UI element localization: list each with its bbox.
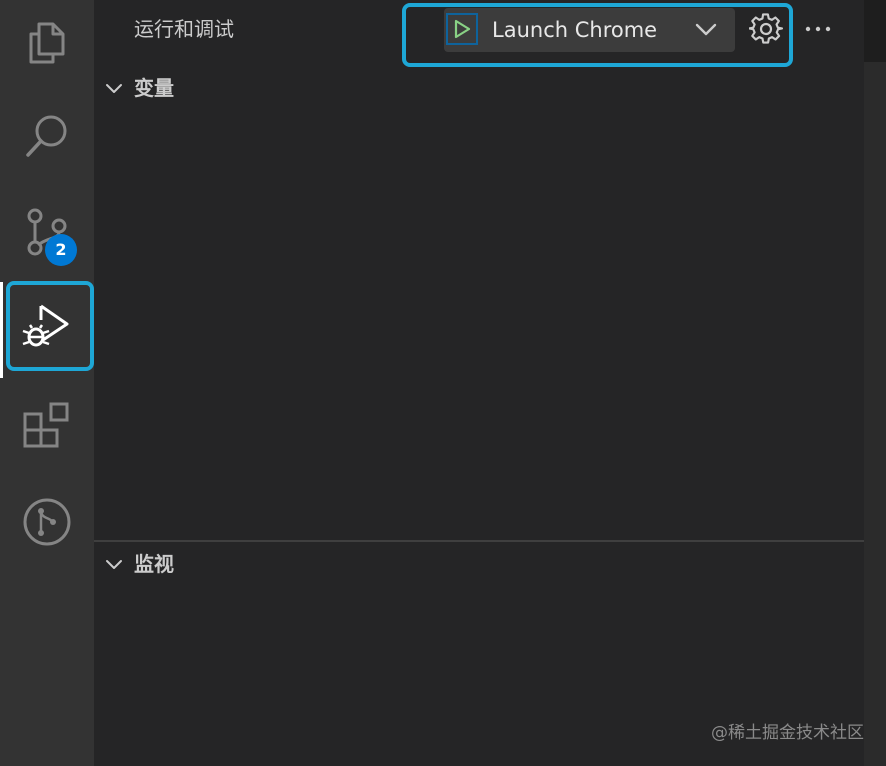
scrollbar[interactable] <box>864 0 886 766</box>
variables-section-label: 变量 <box>134 76 174 100</box>
scrollbar-top <box>864 0 886 62</box>
run-debug-highlight-box <box>6 281 94 371</box>
search-icon <box>26 115 67 157</box>
git-graph-button[interactable] <box>0 474 94 570</box>
explorer-button[interactable] <box>0 0 94 90</box>
watch-section-label: 监视 <box>134 552 174 576</box>
watch-section-header[interactable]: 监视 <box>94 546 864 582</box>
search-button[interactable] <box>0 88 94 184</box>
files-icon <box>29 22 65 64</box>
extensions-icon <box>23 402 69 448</box>
section-divider <box>94 540 864 542</box>
git-branch-circle-icon <box>23 498 71 546</box>
launch-toolbar-highlight-box <box>402 3 793 67</box>
vscode-window: 2 运行和调试 Launch Chrome 变量 监视 @稀土掘金技术社区 <box>0 0 886 766</box>
chevron-down-icon <box>106 84 122 93</box>
activity-bar: 2 <box>0 0 94 766</box>
variables-section-header[interactable]: 变量 <box>94 70 864 106</box>
chevron-down-icon <box>106 560 122 569</box>
extensions-button[interactable] <box>0 378 94 474</box>
source-control-badge: 2 <box>45 234 77 266</box>
run-debug-sidebar <box>94 0 864 766</box>
watermark: @稀土掘金技术社区 <box>711 723 864 743</box>
sidebar-title: 运行和调试 <box>134 17 234 41</box>
source-control-button[interactable] <box>0 184 94 280</box>
ellipsis-icon[interactable] <box>803 14 833 44</box>
